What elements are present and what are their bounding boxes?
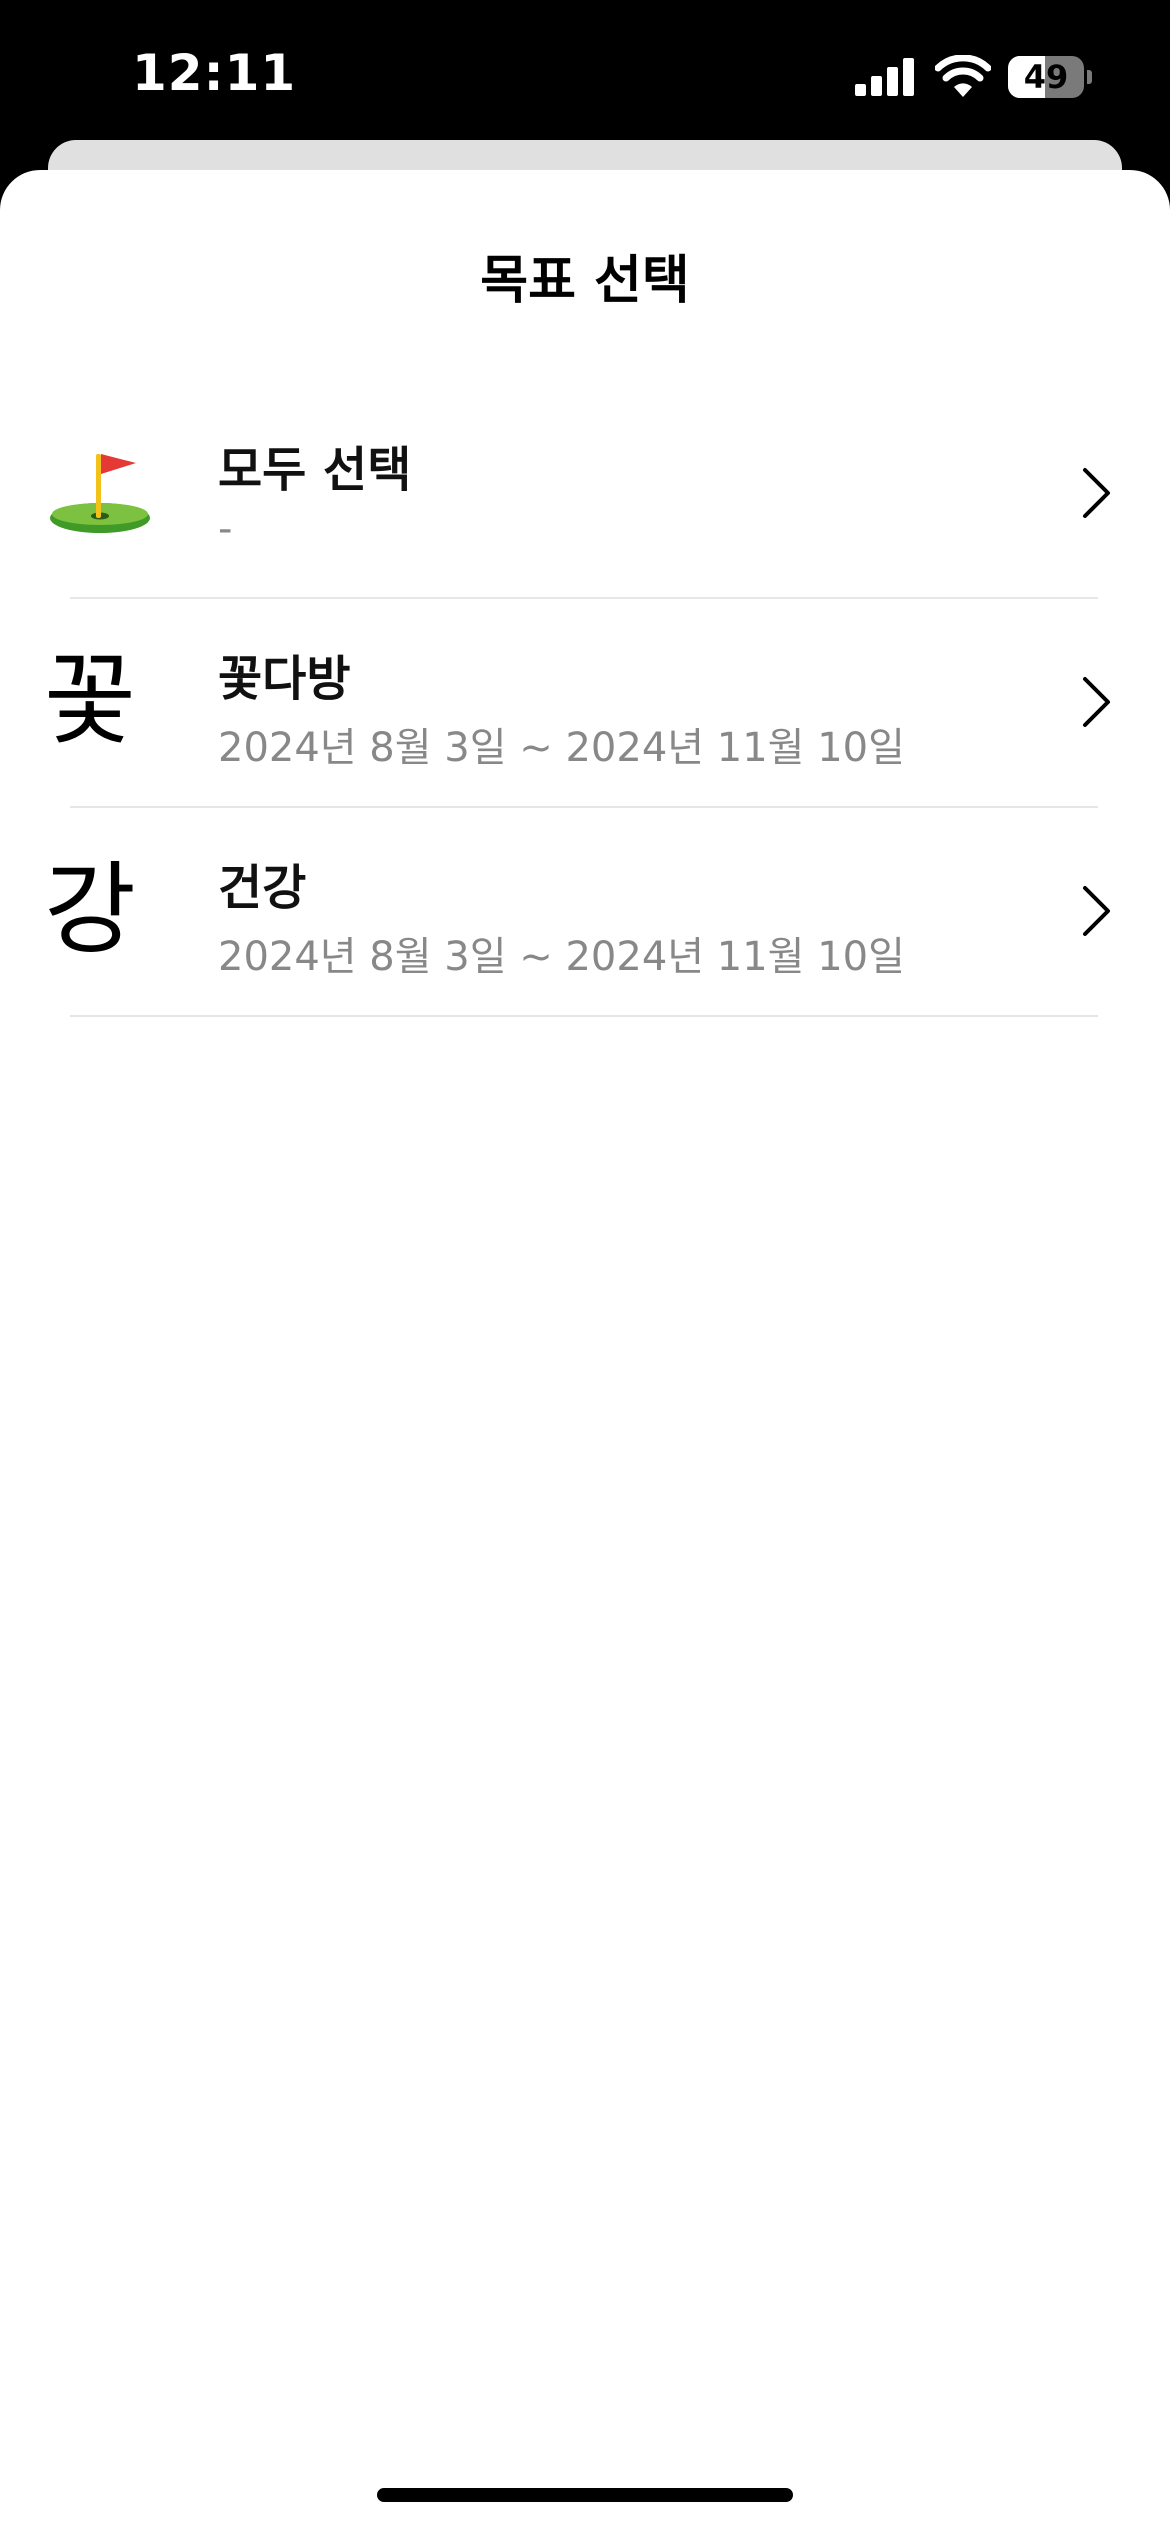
chevron-right-icon [1083, 886, 1110, 936]
goal-row-select-all[interactable]: 모두 선택 - [0, 390, 1170, 599]
goal-list: 모두 선택 - 꽃 꽃다방 2024년 8월 3일 ~ 2024년 11월 10… [0, 390, 1170, 1017]
wifi-icon [935, 55, 991, 97]
battery-icon: 49 [1008, 56, 1092, 98]
screen: 12:11 49 목표 선택 모두 선택 - 꽃 꽃다방 2024년 8월 3일… [0, 0, 1170, 2532]
sheet-title: 목표 선택 [480, 251, 690, 311]
goal-row[interactable]: 강 건강 2024년 8월 3일 ~ 2024년 11월 10일 [0, 808, 1170, 1017]
signal-icon [855, 58, 914, 96]
goal-period: 2024년 8월 3일 ~ 2024년 11월 10일 [218, 934, 905, 980]
goal-period: 2024년 8월 3일 ~ 2024년 11월 10일 [218, 725, 905, 771]
status-bar: 12:11 49 [0, 0, 1170, 150]
battery-level: 49 [1023, 58, 1069, 96]
goal-name: 꽃다방 [218, 651, 351, 707]
home-indicator[interactable] [377, 2488, 793, 2502]
golf-flag-icon [50, 454, 150, 533]
goal-row[interactable]: 꽃 꽃다방 2024년 8월 3일 ~ 2024년 11월 10일 [0, 599, 1170, 808]
chevron-right-icon [1083, 468, 1110, 518]
chevron-right-icon [1083, 677, 1110, 727]
goal-select-sheet: 목표 선택 모두 선택 - 꽃 꽃다방 2024년 8월 3일 ~ 2024년 … [0, 170, 1170, 2532]
goal-character-icon: 강 [44, 851, 136, 968]
battery-tip [1087, 70, 1092, 84]
goal-name: 모두 선택 [218, 442, 412, 498]
goal-character-icon: 꽃 [44, 642, 136, 759]
status-time: 12:11 [132, 44, 297, 102]
goal-name: 건강 [218, 860, 307, 916]
goal-period: - [218, 506, 233, 552]
battery-body: 49 [1008, 56, 1084, 98]
